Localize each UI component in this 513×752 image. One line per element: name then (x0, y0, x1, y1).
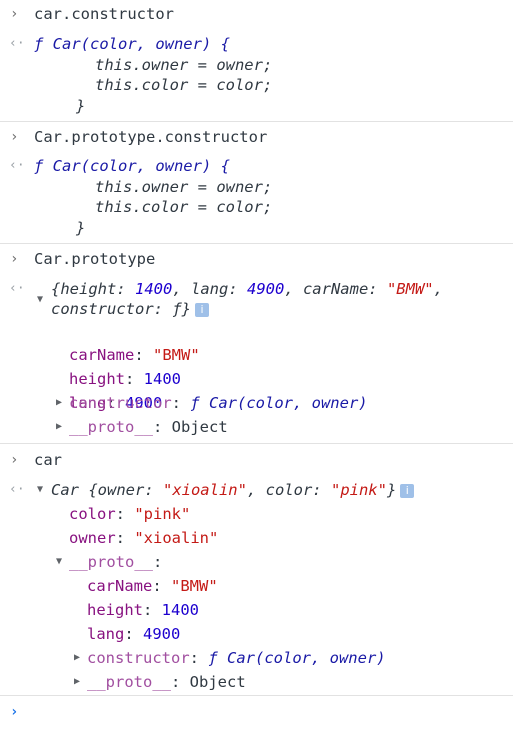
console-entry-3: › Car.prototype ‹· ▼ {height: 1400, lang… (0, 244, 513, 444)
return-arrow-icon: ‹· (9, 281, 25, 296)
expand-triangle-icon[interactable]: ▶ (56, 417, 62, 437)
return-arrow-icon: ‹· (9, 482, 25, 497)
function-body-line: this.owner = owner; (95, 56, 273, 74)
function-close-brace: } (76, 219, 86, 237)
return-arrow-icon: ‹· (9, 158, 25, 173)
property-row: carName: "BMW" (87, 577, 218, 595)
console-input[interactable]: car (34, 450, 62, 470)
property-row: owner: "xioalin" (69, 529, 219, 547)
console-input[interactable]: Car.prototype (34, 249, 155, 269)
property-row: height: 1400 (87, 601, 199, 619)
property-row-expandable[interactable]: __proto__: Object (87, 672, 246, 692)
console-entry-1: › car.constructor ‹· ƒ Car(color, owner)… (0, 0, 513, 122)
chevron-right-icon: › (10, 6, 19, 22)
expand-triangle-icon[interactable]: ▶ (74, 672, 80, 692)
expand-triangle-icon[interactable]: ▼ (37, 290, 43, 310)
property-row: height: 1400 (69, 370, 181, 388)
function-body-line: this.color = color; (95, 198, 273, 216)
console-input[interactable]: car.constructor (34, 4, 174, 24)
expand-triangle-icon[interactable]: ▶ (56, 393, 62, 413)
info-icon[interactable]: i (194, 303, 209, 317)
chevron-right-icon: › (10, 251, 19, 267)
property-row-expandable[interactable]: constructor: ƒ Car(color, owner) (69, 393, 368, 413)
function-signature[interactable]: ƒ Car(color, owner) { (34, 156, 230, 176)
function-body-line: this.color = color; (95, 76, 273, 94)
function-close-brace: } (76, 97, 86, 115)
property-row: carName: "BMW" (69, 346, 200, 364)
property-row-expandable[interactable]: __proto__: (69, 552, 162, 572)
info-icon[interactable]: i (400, 484, 415, 498)
console-prompt[interactable]: › (0, 696, 513, 752)
property-row-expandable[interactable]: constructor: ƒ Car(color, owner) (87, 648, 386, 668)
console-entry-2: › Car.prototype.constructor ‹· ƒ Car(col… (0, 122, 513, 244)
object-summary-line-1[interactable]: {height: 1400, lang: 4900, carName: "BMW… (51, 279, 443, 299)
object-summary-line-2[interactable]: constructor: ƒ} i (51, 299, 209, 319)
console-input[interactable]: Car.prototype.constructor (34, 127, 267, 147)
property-row: color: "pink" (69, 505, 191, 523)
chevron-right-icon: › (10, 704, 19, 720)
expand-triangle-icon[interactable]: ▼ (37, 480, 43, 500)
console-entry-4: › car ‹· ▼ Car {owner: "xioalin", color:… (0, 444, 513, 696)
function-body-line: this.owner = owner; (95, 178, 273, 196)
expand-triangle-icon[interactable]: ▼ (56, 552, 62, 572)
property-row: lang: 4900 (87, 625, 181, 643)
return-arrow-icon: ‹· (9, 36, 25, 51)
chevron-right-icon: › (10, 452, 19, 468)
property-row-expandable[interactable]: __proto__: Object (69, 417, 228, 437)
object-summary[interactable]: Car {owner: "xioalin", color: "pink"} i (51, 480, 415, 500)
function-signature[interactable]: ƒ Car(color, owner) { (34, 34, 230, 54)
expand-triangle-icon[interactable]: ▶ (74, 648, 80, 668)
chevron-right-icon: › (10, 129, 19, 145)
